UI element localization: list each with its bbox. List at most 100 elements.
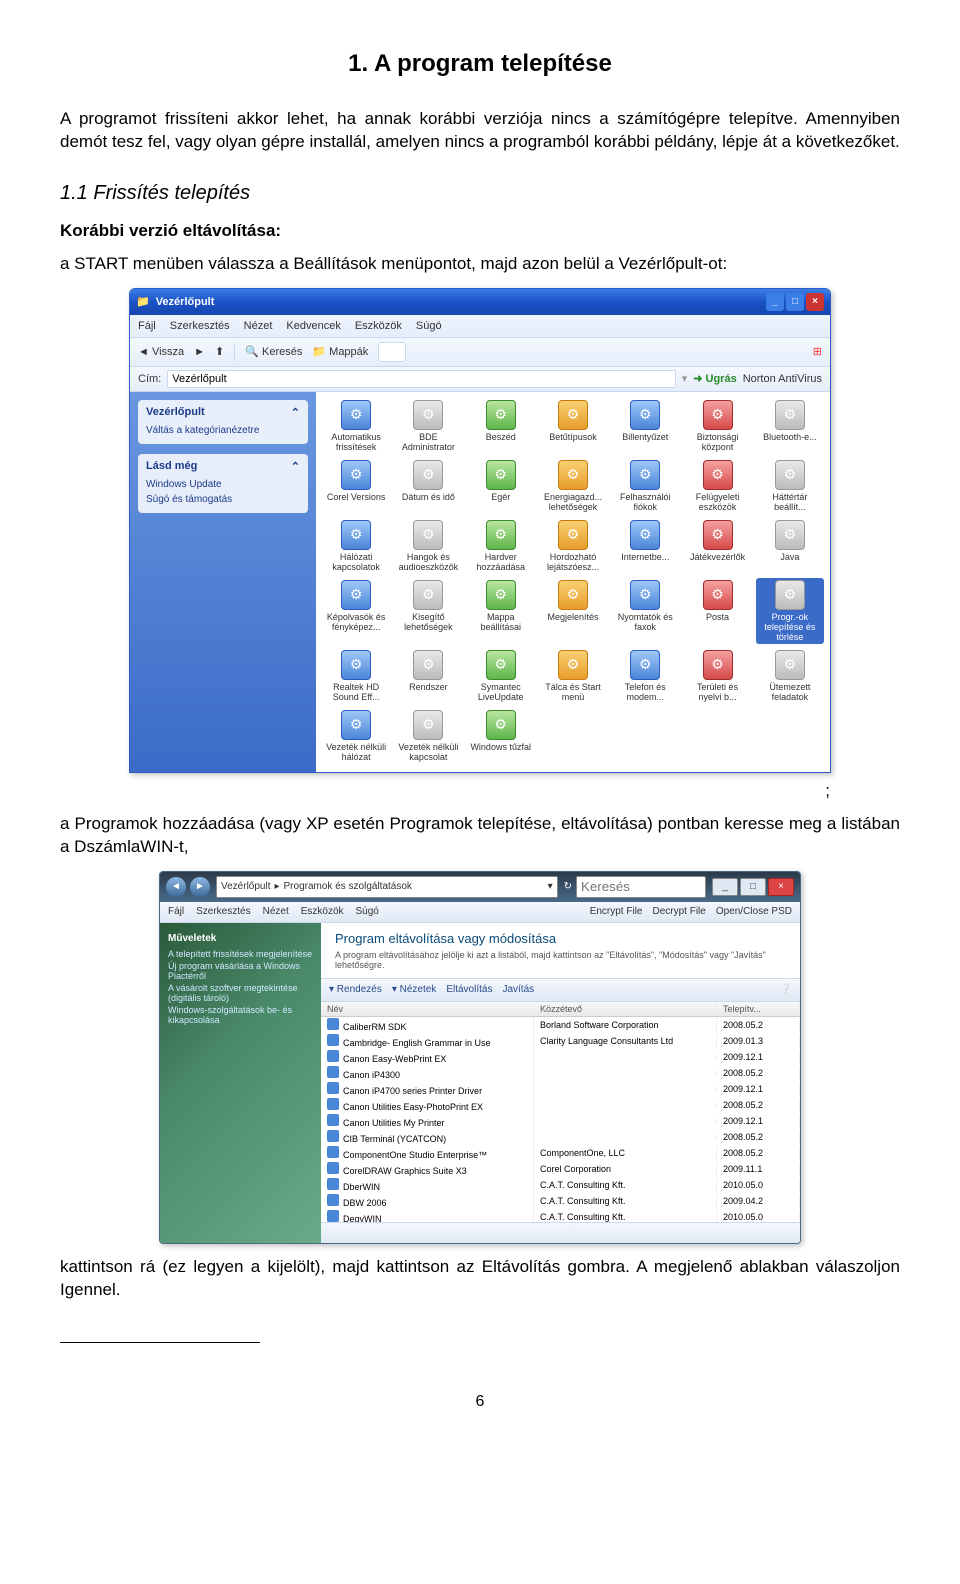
forward-button[interactable]: ► — [190, 877, 210, 897]
cp-item[interactable]: ⚙Megjelenítés — [539, 578, 607, 644]
menu-szerkesztés[interactable]: Szerkesztés — [170, 320, 230, 332]
cp-item[interactable]: ⚙Internetbe... — [611, 518, 679, 574]
cp-item[interactable]: ⚙Posta — [683, 578, 751, 644]
cp-item[interactable]: ⚙Biztonsági központ — [683, 398, 751, 454]
crumb-1[interactable]: Vezérlőpult — [221, 881, 270, 892]
cp-item[interactable]: ⚙Kisegítő lehetőségek — [394, 578, 462, 644]
cp-item[interactable]: ⚙Automatikus frissítések — [322, 398, 390, 454]
menu-nézet[interactable]: Nézet — [263, 906, 289, 917]
switch-category-view-link[interactable]: Váltás a kategórianézetre — [146, 423, 300, 438]
up-button[interactable]: ⬆ — [215, 345, 224, 358]
sidebar-link[interactable]: Windows Update — [146, 477, 300, 492]
menu-eszközök[interactable]: Eszközök — [301, 906, 344, 917]
task-link[interactable]: Új program vásárlása a Windows Piactérrő… — [168, 960, 313, 982]
menu-fájl[interactable]: Fájl — [138, 320, 156, 332]
go-button[interactable]: ➜ Ugrás — [693, 372, 736, 385]
program-row[interactable]: CIB Terminál (YCATCON)2008.05.2 — [321, 1129, 800, 1145]
search-button[interactable]: 🔍 Keresés — [245, 345, 302, 358]
cp-item[interactable]: ⚙Felhasználói fiókok — [611, 458, 679, 514]
program-row[interactable]: Canon iP4700 series Printer Driver2009.1… — [321, 1081, 800, 1097]
program-row[interactable]: CaliberRM SDKBorland Software Corporatio… — [321, 1017, 800, 1033]
cp-item[interactable]: ⚙Progr.-ok telepítése és törlése — [756, 578, 824, 644]
listtool-javítás[interactable]: Javítás — [502, 984, 534, 995]
task-link[interactable]: Windows-szolgáltatások be- és kikapcsolá… — [168, 1004, 313, 1026]
crumb-2[interactable]: Programok és szolgáltatások — [284, 881, 412, 892]
toolbar-decrypt-file[interactable]: Decrypt File — [652, 906, 705, 917]
toolbar-encrypt-file[interactable]: Encrypt File — [590, 906, 643, 917]
cp-item[interactable]: ⚙Java — [756, 518, 824, 574]
cp-item[interactable]: ⚙Corel Versions — [322, 458, 390, 514]
chevron-down-icon[interactable]: ▾ — [682, 372, 688, 385]
listtool-eltávolítás[interactable]: Eltávolítás — [446, 984, 492, 995]
cp-item[interactable]: ⚙Betűtípusok — [539, 398, 607, 454]
program-row[interactable]: Canon Easy-WebPrint EX2009.12.1 — [321, 1049, 800, 1065]
program-row[interactable]: DBW 2006C.A.T. Consulting Kft.2009.04.2 — [321, 1193, 800, 1209]
cp-item[interactable]: ⚙Játékvezérlők — [683, 518, 751, 574]
cp-item[interactable]: ⚙Dátum és idő — [394, 458, 462, 514]
maximize-button[interactable]: □ — [740, 878, 766, 896]
cp-item[interactable]: ⚙Háttértár beállít... — [756, 458, 824, 514]
cp-item[interactable]: ⚙BDE Administrator — [394, 398, 462, 454]
cp-item[interactable]: ⚙Egér — [467, 458, 535, 514]
cp-item[interactable]: ⚙Hálózati kapcsolatok — [322, 518, 390, 574]
cp-item[interactable]: ⚙Billentyűzet — [611, 398, 679, 454]
program-list[interactable]: Név Közzétevő Telepítv... CaliberRM SDKB… — [321, 1002, 800, 1222]
menu-fájl[interactable]: Fájl — [168, 906, 184, 917]
search-input[interactable] — [576, 876, 706, 898]
collapse-icon[interactable]: ⌃ — [291, 406, 300, 419]
cp-item[interactable]: ⚙Windows tűzfal — [467, 708, 535, 764]
cp-item[interactable]: ⚙Rendszer — [394, 648, 462, 704]
program-row[interactable]: Canon Utilities My Printer2009.12.1 — [321, 1113, 800, 1129]
back-button[interactable]: ◄ Vissza — [138, 346, 184, 358]
menu-súgó[interactable]: Súgó — [416, 320, 442, 332]
menu-súgó[interactable]: Súgó — [356, 906, 379, 917]
menu-szerkesztés[interactable]: Szerkesztés — [196, 906, 250, 917]
views-button[interactable] — [378, 342, 406, 362]
program-row[interactable]: Canon iP43002008.05.2 — [321, 1065, 800, 1081]
listtool-rendezés[interactable]: ▾ Rendezés — [329, 984, 382, 995]
cp-item[interactable]: ⚙Vezeték nélküli hálózat — [322, 708, 390, 764]
col-date[interactable]: Telepítv... — [717, 1002, 800, 1016]
cp-item[interactable]: ⚙Vezeték nélküli kapcsolat — [394, 708, 462, 764]
sidebar-link[interactable]: Súgó és támogatás — [146, 492, 300, 507]
menu-eszközök[interactable]: Eszközök — [355, 320, 402, 332]
program-row[interactable]: ComponentOne Studio Enterprise™Component… — [321, 1145, 800, 1161]
minimize-button[interactable]: _ — [712, 878, 738, 896]
task-link[interactable]: A telepített frissítések megjelenítése — [168, 948, 313, 960]
cp-item[interactable]: ⚙Energiagazd... lehetőségek — [539, 458, 607, 514]
close-button[interactable]: × — [806, 293, 824, 311]
listtool-nézetek[interactable]: ▾ Nézetek — [392, 984, 436, 995]
cp-item[interactable]: ⚙Realtek HD Sound Eff... — [322, 648, 390, 704]
cp-item[interactable]: ⚙Bluetooth-e... — [756, 398, 824, 454]
cp-item[interactable]: ⚙Tálca és Start menü — [539, 648, 607, 704]
cp-item[interactable]: ⚙Hordozható lejátszóesz... — [539, 518, 607, 574]
toolbar-open/close-psd[interactable]: Open/Close PSD — [716, 906, 792, 917]
cp-item[interactable]: ⚙Symantec LiveUpdate — [467, 648, 535, 704]
program-row[interactable]: Cambridge- English Grammar in UseClarity… — [321, 1033, 800, 1049]
cp-item[interactable]: ⚙Képolvasók és fényképez... — [322, 578, 390, 644]
help-icon[interactable]: ❔ — [780, 984, 792, 995]
cp-item[interactable]: ⚙Mappa beállításai — [467, 578, 535, 644]
menu-kedvencek[interactable]: Kedvencek — [286, 320, 340, 332]
refresh-icon[interactable]: ↻ — [564, 881, 572, 892]
back-button[interactable]: ◄ — [166, 877, 186, 897]
close-button[interactable]: × — [768, 878, 794, 896]
collapse-icon[interactable]: ⌃ — [291, 460, 300, 473]
col-name[interactable]: Név — [321, 1002, 534, 1016]
program-row[interactable]: DegyWINC.A.T. Consulting Kft.2010.05.0 — [321, 1209, 800, 1222]
program-row[interactable]: Canon Utilities Easy-PhotoPrint EX2008.0… — [321, 1097, 800, 1113]
program-row[interactable]: DberWINC.A.T. Consulting Kft.2010.05.0 — [321, 1177, 800, 1193]
maximize-button[interactable]: □ — [786, 293, 804, 311]
cp-item[interactable]: ⚙Ütemezett feladatok — [756, 648, 824, 704]
program-row[interactable]: CorelDRAW Graphics Suite X3Corel Corpora… — [321, 1161, 800, 1177]
cp-item[interactable]: ⚙Nyomtatók és faxok — [611, 578, 679, 644]
menu-nézet[interactable]: Nézet — [244, 320, 273, 332]
folders-button[interactable]: 📁 Mappák — [312, 345, 368, 358]
cp-item[interactable]: ⚙Területi és nyelvi b... — [683, 648, 751, 704]
col-publisher[interactable]: Közzétevő — [534, 1002, 717, 1016]
cp-item[interactable]: ⚙Telefon és modem... — [611, 648, 679, 704]
minimize-button[interactable]: _ — [766, 293, 784, 311]
cp-item[interactable]: ⚙Hangok és audioeszközök — [394, 518, 462, 574]
forward-button[interactable]: ► — [194, 346, 205, 358]
cp-item[interactable]: ⚙Beszéd — [467, 398, 535, 454]
